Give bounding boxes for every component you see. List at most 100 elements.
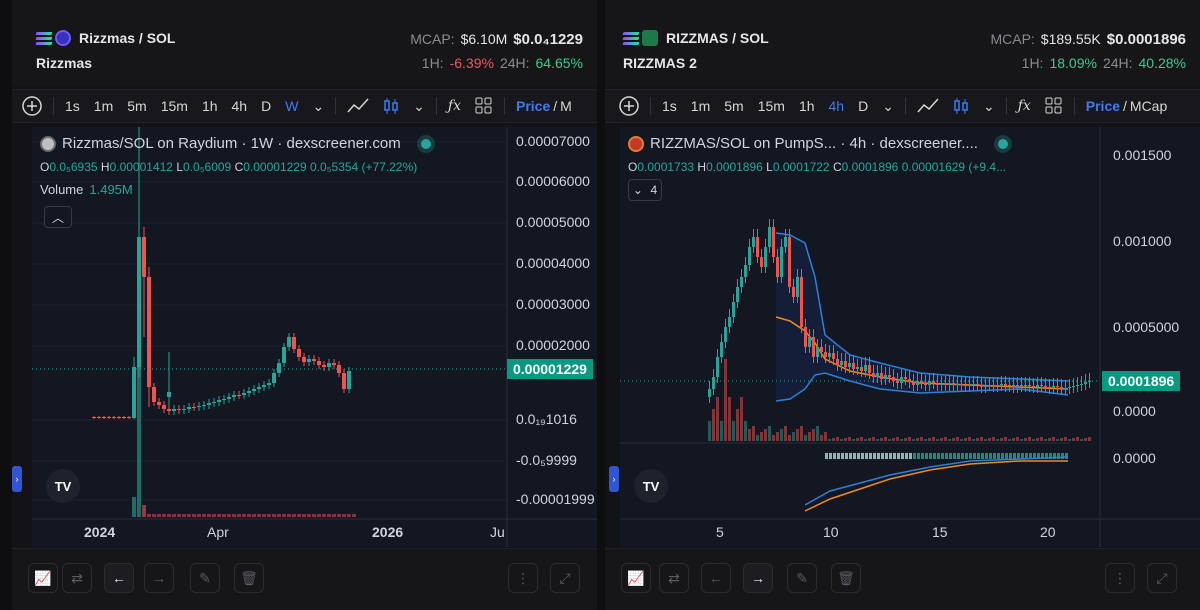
candle <box>816 347 819 357</box>
pencil-icon[interactable]: ✎ <box>190 563 220 593</box>
indicators-toggle-button[interactable]: ⌄ 4 <box>628 179 662 201</box>
volume-bar <box>716 397 719 441</box>
tf-d[interactable]: D <box>254 90 278 122</box>
left-chart-area[interactable]: Rizzmas/SOL on Raydium · 1W · dexscreene… <box>32 127 597 547</box>
chevron-down-icon[interactable]: ⌄ <box>305 90 331 122</box>
tf-w[interactable]: W <box>278 90 305 122</box>
swap-icon[interactable]: ⇄ <box>62 563 92 593</box>
candle <box>277 363 281 373</box>
function-icon[interactable]: ƒx <box>441 90 468 122</box>
candle <box>1040 385 1043 386</box>
candle <box>297 349 301 357</box>
chart-type-icon[interactable]: 📈 <box>621 563 651 593</box>
arrow-left-icon[interactable]: ← <box>104 563 134 593</box>
chevron-down-icon[interactable]: ⌄ <box>875 90 901 122</box>
candle <box>1000 384 1003 385</box>
right-change-row: 1H: 18.09% 24H: 40.28% <box>1022 55 1186 71</box>
volume-bar <box>1080 439 1083 441</box>
candles-icon[interactable] <box>376 90 406 122</box>
chart-type-icon[interactable]: 📈 <box>28 563 58 593</box>
tf-1h[interactable]: 1h <box>792 90 822 122</box>
tf-1h[interactable]: 1h <box>195 90 225 122</box>
right-ohlc: O0.0001733 H0.0001896 L0.0001722 C0.0001… <box>628 160 1007 174</box>
volume-bar <box>192 514 196 517</box>
arrow-right-icon[interactable]: → <box>144 563 174 593</box>
tf-1m[interactable]: 1m <box>684 90 717 122</box>
tf-15m[interactable]: 15m <box>751 90 792 122</box>
pencil-icon[interactable]: ✎ <box>787 563 817 593</box>
collapse-legend-button[interactable]: ︿ <box>44 206 72 228</box>
volume-bar <box>1076 437 1079 441</box>
tf-15m[interactable]: 15m <box>154 90 195 122</box>
more-vertical-icon[interactable]: ⋮ <box>508 563 538 593</box>
right-chart-svg[interactable] <box>620 127 1200 547</box>
macd-histogram-bar <box>929 453 932 459</box>
layout-grid-icon[interactable] <box>1038 90 1070 122</box>
fullscreen-icon[interactable]: ⤢ <box>1147 563 1177 593</box>
candle <box>217 400 221 402</box>
arrow-left-icon[interactable]: ← <box>701 563 731 593</box>
solana-icon <box>622 32 640 44</box>
candle <box>912 382 915 385</box>
plus-circle-icon <box>22 96 42 116</box>
fullscreen-icon[interactable]: ⤢ <box>550 563 580 593</box>
add-indicator-button[interactable] <box>12 90 49 122</box>
tf-1s[interactable]: 1s <box>58 90 87 122</box>
volume-bar <box>872 437 875 441</box>
tf-d[interactable]: D <box>851 90 875 122</box>
volume-bar <box>816 426 819 441</box>
left-side-panel-toggle[interactable]: › <box>12 466 22 492</box>
volume-bar <box>876 439 879 441</box>
volume-bar <box>227 514 231 517</box>
left-ohlc: O0.0₅6935 H0.00001412 L0.0₅6009 C0.00001… <box>40 160 418 174</box>
macd-histogram-bar <box>933 453 936 459</box>
candles-icon[interactable] <box>946 90 976 122</box>
right-side-panel-toggle[interactable]: › <box>609 466 619 492</box>
candle <box>1072 386 1075 387</box>
volume-bar <box>796 429 799 441</box>
price-axis-label: 0.00002000 <box>516 337 590 353</box>
macd-histogram-bar <box>1061 453 1064 459</box>
volume-bar <box>880 438 883 441</box>
more-vertical-icon[interactable]: ⋮ <box>1105 563 1135 593</box>
tf-1m[interactable]: 1m <box>87 90 120 122</box>
right-chart-area[interactable]: RIZZMAS/SOL on PumpS... · 4h · dexscreen… <box>620 127 1200 547</box>
candle <box>776 257 779 277</box>
swap-icon[interactable]: ⇄ <box>659 563 689 593</box>
volume-bar <box>712 409 715 441</box>
volume-bar <box>852 439 855 441</box>
candle <box>1036 385 1039 387</box>
trash-icon[interactable]: 🗑 <box>234 563 264 593</box>
chevron-down-icon[interactable]: ⌄ <box>976 90 1002 122</box>
volume-bar <box>788 435 791 441</box>
add-indicator-button[interactable] <box>605 90 646 122</box>
price-toggle[interactable]: Price <box>1079 90 1123 122</box>
indicator-count: 4 <box>650 183 658 197</box>
line-chart-icon[interactable] <box>910 90 946 122</box>
chevron-down-icon[interactable]: ⌄ <box>406 90 432 122</box>
layout-grid-icon[interactable] <box>468 90 500 122</box>
candle <box>920 381 923 383</box>
tf-4h[interactable]: 4h <box>822 90 852 122</box>
line-chart-icon[interactable] <box>340 90 376 122</box>
function-icon[interactable]: ƒx <box>1011 90 1038 122</box>
volume-bar <box>267 514 271 517</box>
mcap-toggle[interactable]: M <box>557 90 579 122</box>
candle <box>267 383 271 385</box>
trash-icon[interactable]: 🗑 <box>831 563 861 593</box>
volume-label: Volume <box>40 182 84 197</box>
candle <box>936 383 939 385</box>
arrow-right-icon[interactable]: → <box>743 563 773 593</box>
candle <box>122 417 126 418</box>
candle <box>840 361 843 365</box>
mcap-toggle[interactable]: MCap <box>1127 90 1174 122</box>
tf-4h[interactable]: 4h <box>225 90 255 122</box>
candle <box>112 417 116 418</box>
price-toggle[interactable]: Price <box>509 90 553 122</box>
time-axis-label: 20 <box>1040 524 1056 540</box>
tf-5m[interactable]: 5m <box>120 90 153 122</box>
price-axis-label: 0.00004000 <box>516 255 590 271</box>
tf-5m[interactable]: 5m <box>717 90 750 122</box>
candle <box>824 352 827 357</box>
tf-1s[interactable]: 1s <box>655 90 684 122</box>
